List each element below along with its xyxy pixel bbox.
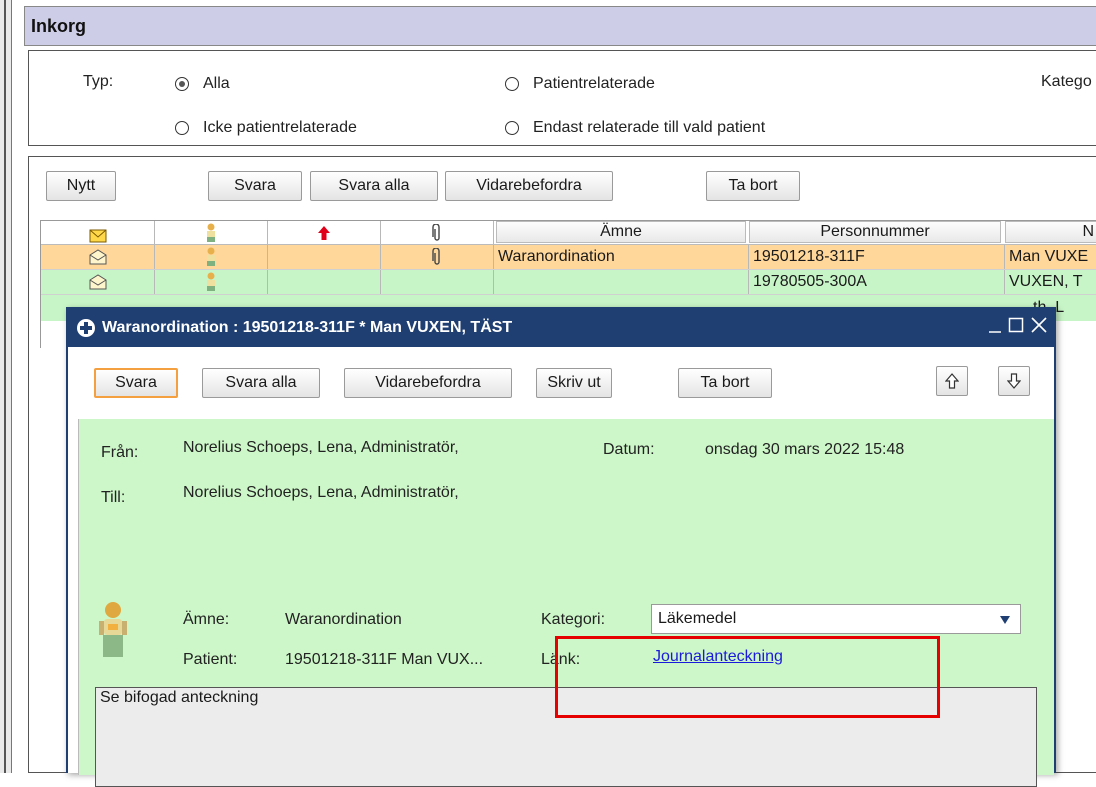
previous-message-button[interactable]: [936, 366, 968, 396]
medical-cross-icon: [77, 319, 95, 337]
subject-label: Ämne:: [183, 611, 230, 628]
message-body-text: Se bifogad anteckning: [100, 689, 259, 706]
radio-endast-relaterade[interactable]: [505, 121, 519, 135]
radio-alla[interactable]: [175, 77, 189, 91]
category-select[interactable]: Läkemedel: [651, 604, 1021, 634]
person-icon: [207, 272, 215, 291]
radio-endast-relaterade-label[interactable]: Endast relaterade till vald patient: [533, 119, 765, 137]
message-header-area: Från: Norelius Schoeps, Lena, Administra…: [78, 419, 1054, 787]
inbox-header: Inkorg: [24, 6, 1096, 46]
dialog-title-bar[interactable]: Waranordination : 19501218-311F * Man VU…: [68, 309, 1054, 347]
row-patient-cell: [155, 270, 268, 294]
row-name: VUXEN, T: [1009, 273, 1083, 290]
filter-panel: Typ: Alla Patientrelaterade Katego Icke …: [28, 50, 1096, 146]
new-button[interactable]: Nytt: [46, 171, 116, 201]
inbox-title: Inkorg: [31, 16, 87, 36]
dialog-title: Waranordination : 19501218-311F * Man VU…: [102, 319, 513, 336]
radio-alla-label[interactable]: Alla: [203, 75, 230, 93]
patient-label: Patient:: [183, 651, 238, 668]
type-label: Typ:: [83, 73, 114, 90]
dialog-reply-all-button[interactable]: Svara alla: [202, 368, 320, 398]
arrow-up-icon: [945, 373, 959, 389]
dialog-delete-button[interactable]: Ta bort: [678, 368, 772, 398]
envelope-icon: [89, 229, 106, 242]
row-patient-cell: [155, 245, 268, 269]
category-label: Katego: [1041, 73, 1092, 90]
radio-patientrelaterade[interactable]: [505, 77, 519, 91]
radio-icke-patientrelaterade[interactable]: [175, 121, 189, 135]
col-patient[interactable]: [155, 221, 268, 244]
row-read-cell: [41, 245, 155, 269]
close-icon: [1031, 317, 1047, 333]
category-field-label: Kategori:: [541, 611, 606, 628]
to-label: Till:: [101, 489, 126, 506]
col-subject-header[interactable]: Ämne: [496, 221, 746, 243]
row-personnummer: 19780505-300A: [749, 270, 1005, 294]
row-subject: [494, 270, 749, 294]
minimize-button[interactable]: [986, 315, 1004, 339]
left-window-edge-line: [4, 0, 6, 773]
to-value: Norelius Schoeps, Lena, Administratör,: [183, 484, 459, 501]
dialog-print-label: Skriv ut: [547, 374, 601, 391]
reply-all-button[interactable]: Svara alla: [310, 171, 438, 201]
from-value: Norelius Schoeps, Lena, Administratör,: [183, 439, 459, 456]
next-message-button[interactable]: [998, 366, 1030, 396]
person-icon: [207, 247, 215, 266]
table-row[interactable]: Waranordination 19501218-311F Man VUXE: [41, 245, 1096, 270]
forward-button[interactable]: Vidarebefordra: [445, 171, 613, 201]
highlight-box: [555, 636, 940, 718]
reply-button[interactable]: Svara: [208, 171, 302, 201]
paperclip-icon: [432, 248, 440, 265]
date-label: Datum:: [603, 441, 655, 458]
row-personnummer: 19501218-311F: [749, 245, 1005, 269]
category-select-value: Läkemedel: [658, 610, 737, 627]
delete-button[interactable]: Ta bort: [706, 171, 800, 201]
subject-value: Waranordination: [285, 611, 402, 628]
patient-value: 19501218-311F Man VUX...: [285, 651, 484, 668]
dialog-reply-button[interactable]: Svara: [94, 368, 178, 398]
date-value: onsdag 30 mars 2022 15:48: [705, 441, 905, 458]
table-row[interactable]: 19780505-300A VUXEN, T: [41, 270, 1096, 295]
row-attachment-cell: [381, 270, 494, 294]
dialog-print-button[interactable]: Skriv ut: [536, 368, 612, 398]
from-label: Från:: [101, 444, 139, 461]
row-attachment-cell: [381, 245, 494, 269]
open-envelope-icon: [89, 274, 106, 290]
col-priority[interactable]: [268, 221, 381, 244]
row-read-cell: [41, 270, 155, 294]
dialog-forward-button[interactable]: Vidarebefordra: [344, 368, 512, 398]
col-name-header[interactable]: N: [1005, 221, 1096, 243]
table-header-row: Ämne Personnummer N: [41, 221, 1096, 245]
col-read-status[interactable]: [41, 221, 155, 244]
col-personnummer-header[interactable]: Personnummer: [749, 221, 1001, 243]
maximize-icon: [1008, 317, 1024, 333]
row-name: Man VUXE: [1009, 248, 1089, 265]
row-priority-cell: [268, 245, 381, 269]
radio-patientrelaterade-label[interactable]: Patientrelaterade: [533, 75, 655, 93]
priority-arrow-icon: [318, 225, 330, 240]
minimize-icon: [989, 331, 1001, 333]
chevron-down-icon: [1000, 616, 1010, 624]
left-window-edge: [0, 0, 12, 773]
row-subject: Waranordination: [494, 245, 749, 269]
col-attachment[interactable]: [381, 221, 494, 244]
arrow-down-icon: [1007, 373, 1021, 389]
patient-icon: [99, 602, 127, 657]
maximize-button[interactable]: [1008, 317, 1026, 337]
open-envelope-icon: [89, 249, 106, 265]
close-button[interactable]: [1030, 316, 1050, 336]
radio-icke-patientrelaterade-label[interactable]: Icke patientrelaterade: [203, 119, 357, 137]
paperclip-icon: [432, 223, 440, 241]
person-icon: [207, 223, 215, 242]
row-priority-cell: [268, 270, 381, 294]
